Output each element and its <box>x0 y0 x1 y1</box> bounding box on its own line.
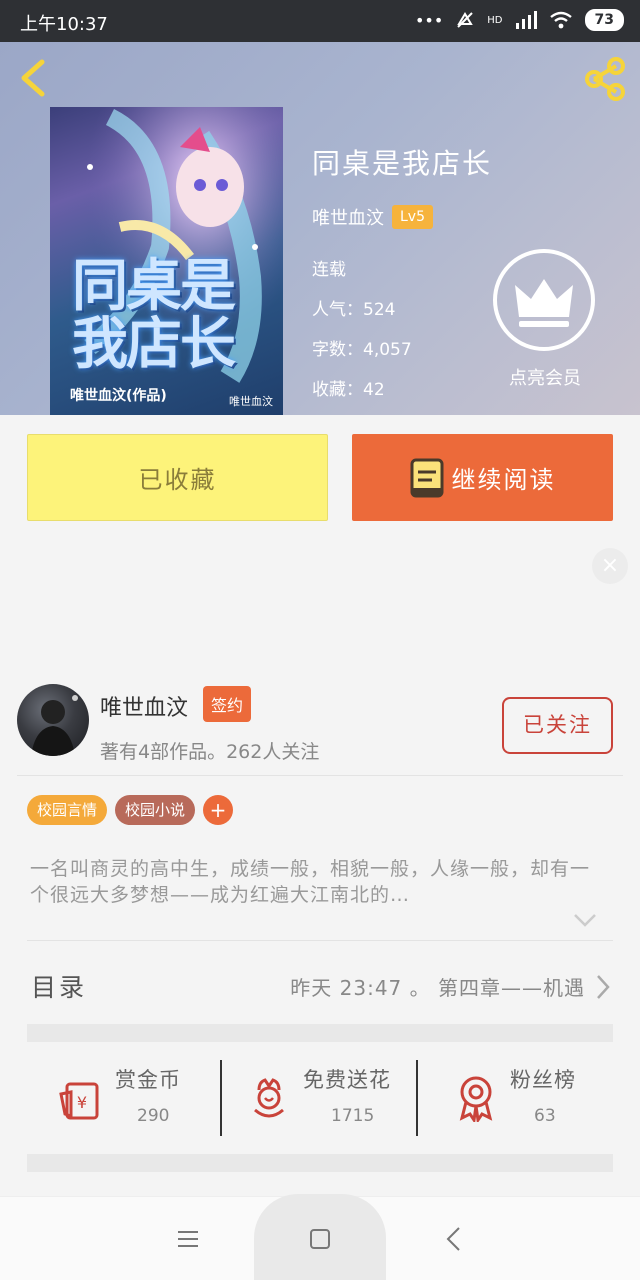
separator <box>416 1060 418 1136</box>
book-popularity: 人气：524 <box>312 300 396 320</box>
toc-title: 目录 <box>31 973 88 1002</box>
book-status: 连载 <box>312 260 346 280</box>
author-name[interactable]: 唯世血汶 <box>100 690 188 722</box>
book-author[interactable]: 唯世血汶 <box>312 204 384 230</box>
award-ribbon-icon <box>459 1076 493 1122</box>
book-favorites: 收藏：42 <box>312 380 385 400</box>
avatar[interactable] <box>17 684 89 756</box>
network-label: HD <box>487 14 503 26</box>
red-envelope-icon: ¥ <box>59 1082 99 1120</box>
divider <box>17 775 623 776</box>
share-button[interactable] <box>580 54 630 104</box>
author-stats: 著有4部作品。262人关注 <box>100 741 320 763</box>
book-icon <box>410 458 443 497</box>
fan-ranking-count: 63 <box>534 1106 556 1126</box>
back-nav-icon[interactable] <box>440 1225 468 1253</box>
author-level-badge: Lv5 <box>392 205 433 229</box>
status-icons: ••• HD 73 <box>415 9 624 31</box>
author-card: 唯世血汶 签约 著有4部作品。262人关注 已关注 <box>0 670 640 775</box>
reward-coins-label: 赏金币 <box>115 1068 181 1092</box>
continue-reading-label: 继续阅读 <box>451 466 556 494</box>
tag-list: 校园言情 校园小说 + <box>27 795 234 825</box>
follow-button[interactable]: 已关注 <box>502 697 613 754</box>
vip-label: 点亮会员 <box>509 368 581 389</box>
continue-reading-button[interactable]: 继续阅读 <box>352 434 613 521</box>
home-icon[interactable] <box>306 1225 334 1253</box>
reward-coins-count: 290 <box>137 1106 170 1126</box>
book-header: 同桌是我店长 唯世血汶(作品) 唯世血汶 同桌是我店长 唯世血汶 Lv5 连载 … <box>0 42 640 415</box>
free-flower-label: 免费送花 <box>303 1068 391 1092</box>
book-info: 同桌是我店长 唯世血汶 Lv5 连载 人气：524 字数：4,057 收藏：42 <box>312 142 492 410</box>
close-icon: × <box>600 553 620 578</box>
toc-latest-chapter: 昨天 23:47 。 第四章——机遇 <box>290 976 585 1000</box>
section-spacer <box>27 1154 613 1172</box>
chevron-down-icon[interactable] <box>573 913 597 927</box>
status-time: 上午10:37 <box>20 14 108 35</box>
share-icon <box>585 57 625 101</box>
toc-row[interactable]: 目录 昨天 23:47 。 第四章——机遇 <box>27 960 613 1010</box>
menu-icon[interactable] <box>174 1225 202 1253</box>
book-author-line: 唯世血汶 Lv5 <box>312 204 492 230</box>
chevron-right-icon <box>597 975 610 999</box>
fan-ranking-button[interactable]: 粉丝榜 63 <box>452 1058 602 1138</box>
wifi-icon <box>549 11 572 29</box>
book-word-count: 字数：4,057 <box>312 340 412 360</box>
signal-icon <box>515 11 537 29</box>
crown-icon <box>515 279 573 327</box>
cover-pen-name: 唯世血汶 <box>229 395 273 408</box>
free-flower-count: 1715 <box>331 1106 375 1126</box>
battery-indicator: 73 <box>584 9 624 31</box>
close-ad-button[interactable]: × <box>592 548 628 584</box>
cover-author: 唯世血汶(作品) <box>70 388 167 404</box>
add-tag-button[interactable]: + <box>203 795 234 825</box>
separator <box>220 1060 222 1136</box>
book-title: 同桌是我店长 <box>312 147 493 180</box>
book-meta: 连载 人气：524 字数：4,057 收藏：42 <box>312 250 492 410</box>
vip-button[interactable] <box>493 249 595 351</box>
cover-title: 同桌是我店长 <box>72 253 236 377</box>
reward-coins-button[interactable]: ¥ 赏金币 290 <box>57 1058 217 1138</box>
tag-campus-romance[interactable]: 校园言情 <box>27 795 108 825</box>
more-dots-icon: ••• <box>414 10 444 30</box>
system-nav-bar <box>0 1194 640 1280</box>
section-spacer <box>27 1024 613 1042</box>
fan-ranking-label: 粉丝榜 <box>510 1068 576 1092</box>
tag-campus-novel[interactable]: 校园小说 <box>115 795 196 825</box>
mute-icon <box>457 12 474 28</box>
chevron-left-icon <box>21 59 45 97</box>
book-cover[interactable]: 同桌是我店长 唯世血汶(作品) 唯世血汶 <box>50 107 283 415</box>
signed-badge: 签约 <box>203 686 252 722</box>
flower-icon <box>254 1078 284 1118</box>
favorited-button[interactable]: 已收藏 <box>27 434 328 521</box>
back-button[interactable] <box>14 58 54 98</box>
avatar-image <box>31 695 78 756</box>
free-flower-button[interactable]: 免费送花 1715 <box>245 1058 415 1138</box>
synopsis[interactable]: 一名叫商灵的高中生，成绩一般，相貌一般，人缘一般，却有一个很远大多梦想——成为红… <box>30 856 590 908</box>
status-bar: 上午10:37 ••• HD 73 <box>0 0 640 42</box>
divider <box>27 940 613 941</box>
svg-text:¥: ¥ <box>77 1093 87 1112</box>
action-row: ¥ 赏金币 290 免费送花 1715 粉丝榜 63 <box>27 1058 613 1138</box>
